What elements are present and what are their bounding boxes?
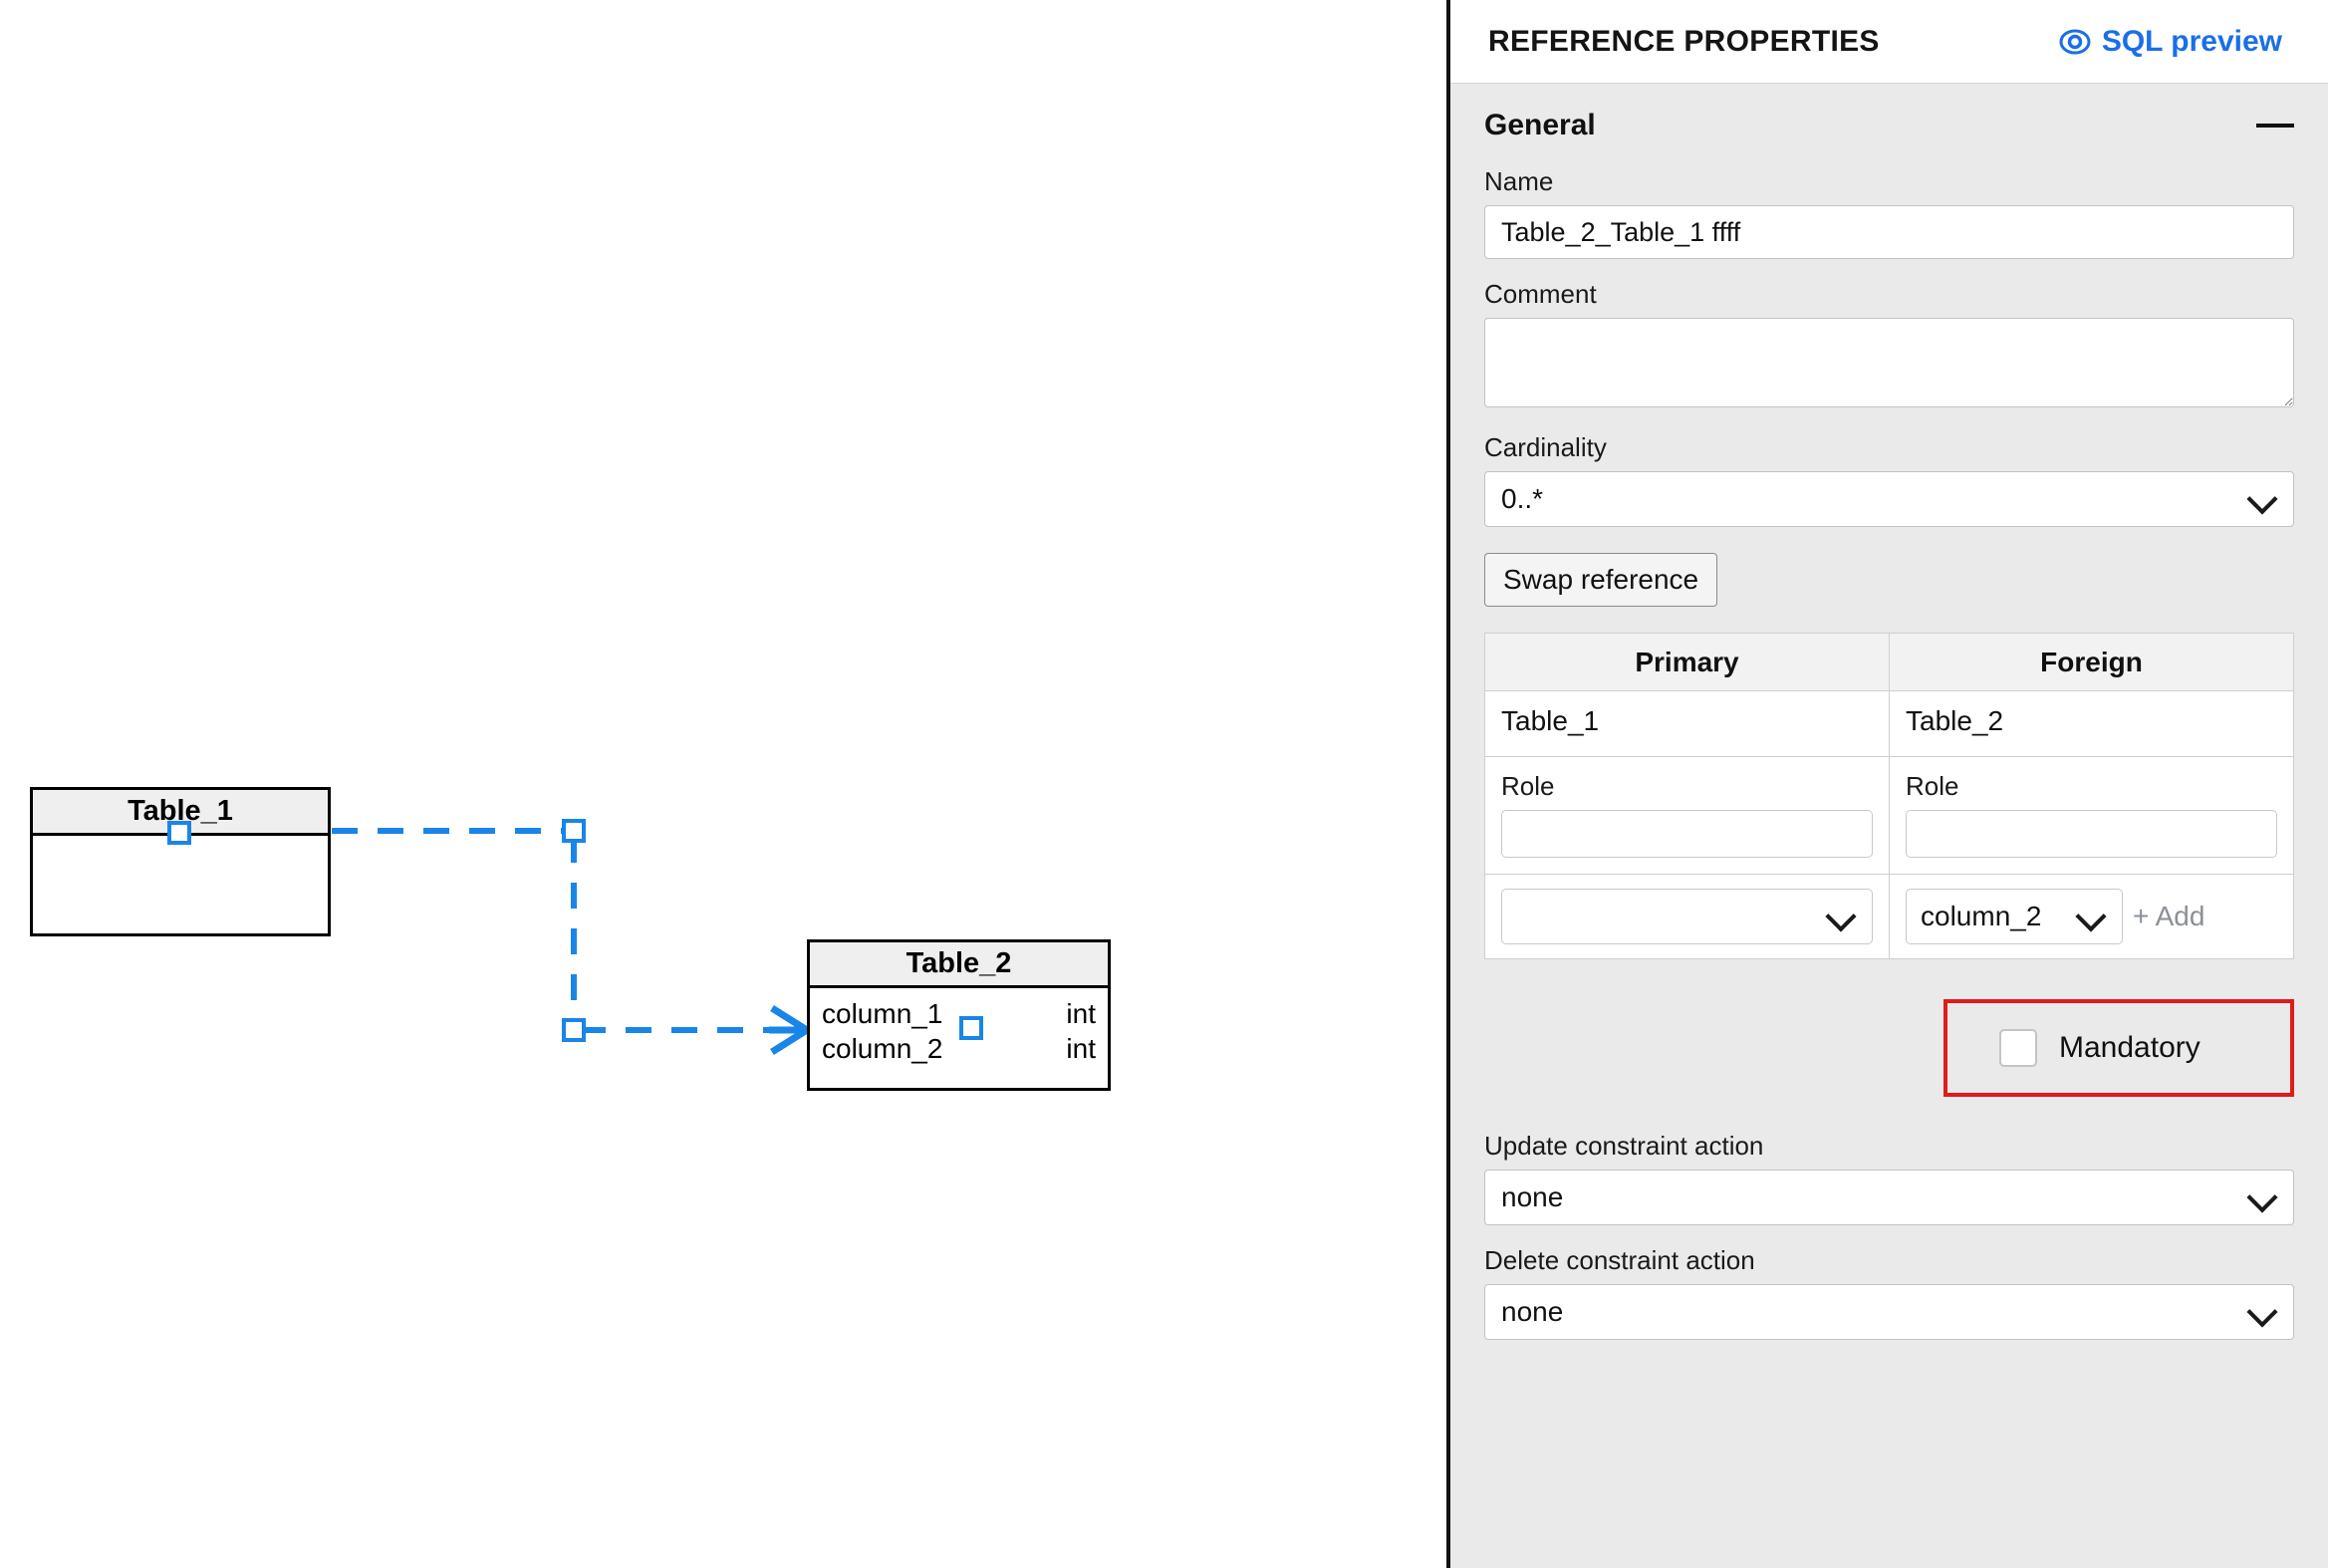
- update-constraint-select[interactable]: none: [1484, 1170, 2294, 1225]
- column-type: int: [1066, 1032, 1096, 1064]
- reference-mapping-table: Primary Foreign Table_1 Table_2 Role Rol…: [1484, 633, 2294, 959]
- entity-title-table-2: Table_2: [810, 942, 1108, 988]
- panel-body: General Name Comment Cardinality 0..* Sw…: [1450, 85, 2328, 1568]
- crows-foot-icon: [769, 1005, 809, 1055]
- chevron-down-icon: [2249, 486, 2275, 512]
- foreign-role-label: Role: [1906, 771, 1959, 801]
- update-constraint-value: none: [1501, 1181, 1564, 1212]
- mandatory-highlight-box: Mandatory: [1943, 999, 2294, 1097]
- column-type: int: [1066, 997, 1096, 1029]
- table-row-columns: column_2 + Add: [1484, 874, 2294, 959]
- foreign-column-cell: column_2 + Add: [1889, 874, 2294, 959]
- foreign-table-name: Table_2: [1889, 690, 2294, 757]
- entity-anchor-handle-table-2[interactable]: [959, 1016, 983, 1040]
- chevron-down-icon: [2078, 904, 2104, 929]
- foreign-role-input[interactable]: [1906, 810, 2277, 858]
- cardinality-select[interactable]: 0..*: [1484, 471, 2294, 527]
- chevron-down-icon: [2249, 1184, 2275, 1210]
- table-header-row: Primary Foreign: [1484, 633, 2294, 691]
- column-name: column_2: [822, 1032, 943, 1064]
- cardinality-label: Cardinality: [1484, 432, 1607, 462]
- comment-label: Comment: [1484, 279, 1597, 309]
- table-row-tablenames: Table_1 Table_2: [1484, 690, 2294, 757]
- eye-target-icon: [2059, 29, 2091, 54]
- connector-waypoint-handle-bottom[interactable]: [562, 1018, 586, 1042]
- foreign-column-wrap: column_2 + Add: [1906, 889, 2277, 944]
- delete-constraint-value: none: [1501, 1296, 1564, 1327]
- name-label: Name: [1484, 166, 1554, 196]
- primary-column-header: Primary: [1484, 633, 1890, 691]
- foreign-role-cell: Role: [1889, 756, 2294, 875]
- update-constraint-label: Update constraint action: [1484, 1131, 1764, 1161]
- entity-body-table-1: [33, 836, 328, 933]
- mandatory-checkbox[interactable]: [1999, 1029, 2037, 1067]
- name-input[interactable]: [1484, 205, 2294, 259]
- table-row-roles: Role Role: [1484, 756, 2294, 875]
- primary-role-label: Role: [1501, 771, 1555, 801]
- panel-header: REFERENCE PROPERTIES SQL preview: [1450, 0, 2328, 84]
- column-name: column_1: [822, 997, 943, 1029]
- mandatory-row: Mandatory: [1484, 999, 2294, 1097]
- primary-role-input[interactable]: [1501, 810, 1873, 858]
- sql-preview-label: SQL preview: [2101, 24, 2282, 58]
- primary-column-select[interactable]: [1501, 889, 1873, 944]
- primary-column-cell: [1484, 874, 1890, 959]
- application-root: Table_1 Table_2 column_1 int column_2 in…: [0, 0, 2328, 1568]
- panel-title: REFERENCE PROPERTIES: [1488, 24, 1880, 58]
- delete-constraint-select[interactable]: none: [1484, 1284, 2294, 1340]
- foreign-column-header: Foreign: [1889, 633, 2294, 691]
- cardinality-value: 0..*: [1501, 483, 1544, 514]
- foreign-column-select[interactable]: column_2: [1906, 889, 2123, 944]
- chevron-down-icon: [1828, 904, 1854, 929]
- connector-waypoint-handle-top[interactable]: [562, 819, 586, 843]
- reference-properties-panel: REFERENCE PROPERTIES SQL preview General…: [1446, 0, 2328, 1568]
- comment-textarea[interactable]: [1484, 318, 2294, 407]
- swap-reference-button[interactable]: Swap reference: [1484, 553, 1718, 607]
- general-section-header[interactable]: General: [1484, 109, 2294, 142]
- entity-table-2[interactable]: Table_2 column_1 int column_2 int: [807, 939, 1111, 1091]
- sql-preview-button[interactable]: SQL preview: [2059, 25, 2282, 59]
- add-column-mapping-button[interactable]: + Add: [2133, 901, 2204, 932]
- delete-constraint-label: Delete constraint action: [1484, 1245, 1755, 1275]
- diagram-canvas[interactable]: Table_1 Table_2 column_1 int column_2 in…: [0, 0, 1446, 1568]
- general-section-title: General: [1484, 109, 1596, 141]
- entity-anchor-handle-table-1[interactable]: [167, 821, 191, 845]
- primary-table-name: Table_1: [1484, 690, 1890, 757]
- mandatory-label: Mandatory: [2059, 1031, 2200, 1064]
- minus-icon[interactable]: [2256, 124, 2294, 128]
- foreign-column-value: column_2: [1921, 901, 2042, 931]
- chevron-down-icon: [2249, 1299, 2275, 1325]
- primary-role-cell: Role: [1484, 756, 1890, 875]
- relationship-connector[interactable]: [0, 0, 1446, 1568]
- entity-table-1[interactable]: Table_1: [30, 787, 331, 936]
